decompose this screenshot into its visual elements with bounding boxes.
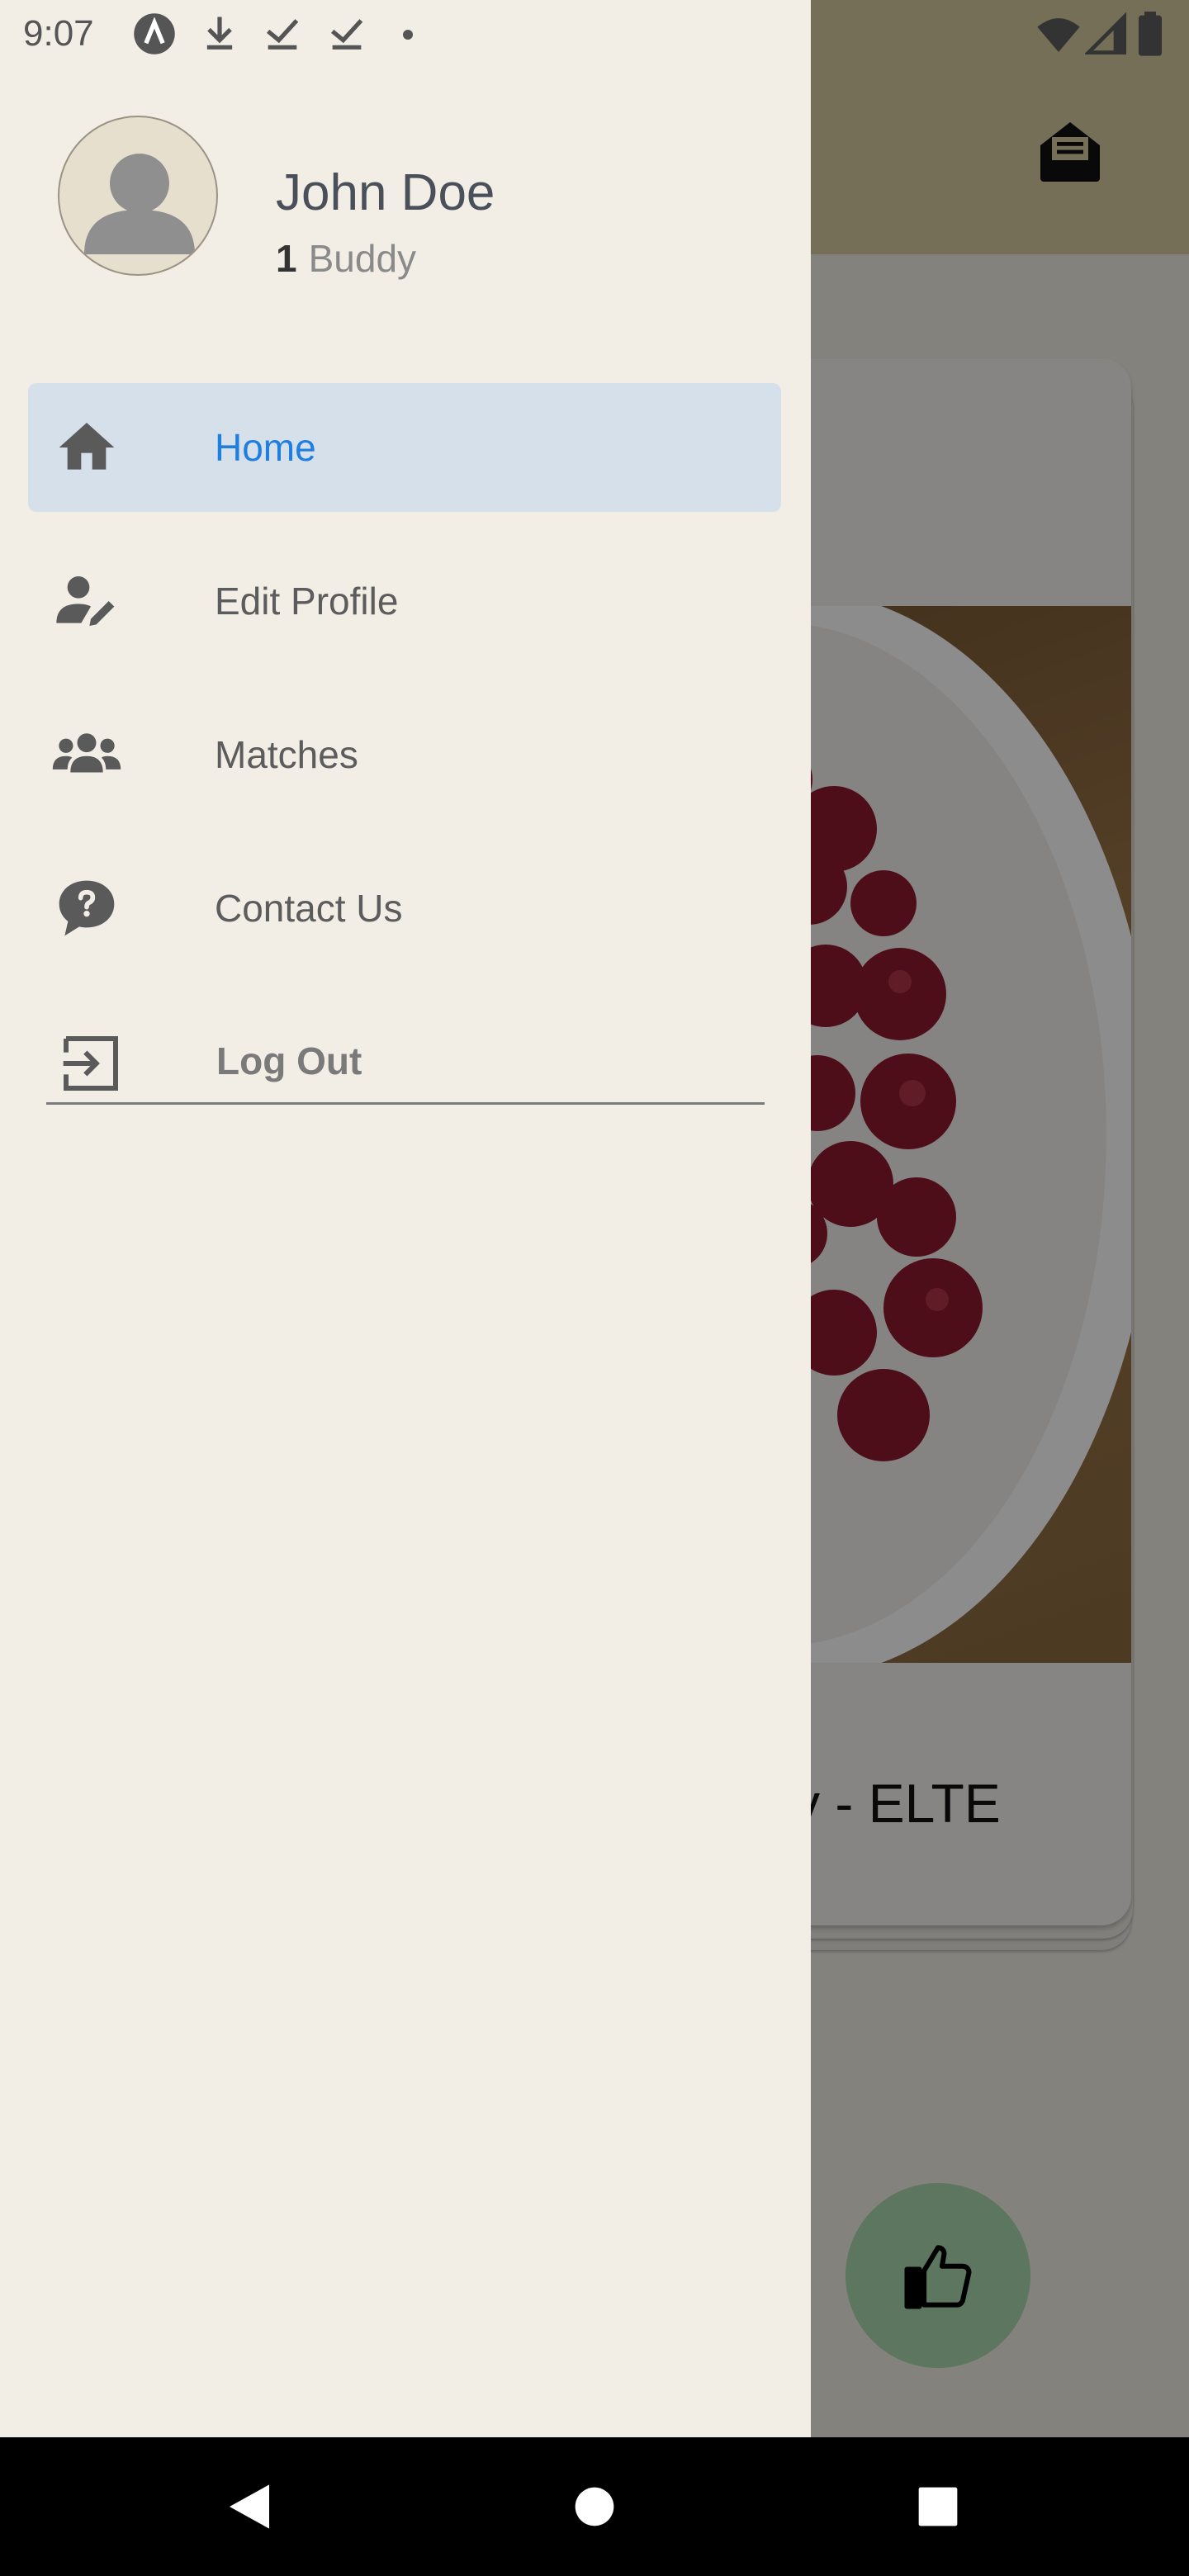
buddy-count-line: 1 Buddy	[276, 236, 416, 281]
nav-item-label: Home	[215, 426, 316, 469]
question-chat-icon	[51, 873, 122, 944]
user-name: John Doe	[276, 164, 495, 221]
home-button[interactable]	[571, 2479, 618, 2535]
nav-item-edit-profile[interactable]: Edit Profile	[28, 537, 781, 665]
nav-item-label: Contact Us	[215, 887, 403, 930]
logout-button[interactable]: Log Out	[46, 997, 765, 1105]
nav-item-contact-us[interactable]: Contact Us	[28, 844, 781, 973]
navigation-drawer: John Doe 1 Buddy Home Edit Profile Match…	[0, 0, 811, 2437]
logout-label: Log Out	[216, 1039, 362, 1082]
check-download-icon	[331, 19, 363, 50]
group-icon	[51, 719, 122, 790]
signal-icon	[1085, 12, 1127, 55]
status-bar: 9:07	[0, 0, 1189, 69]
system-navigation-bar	[0, 2437, 1189, 2576]
nav-item-matches[interactable]: Matches	[28, 690, 781, 819]
avatar[interactable]	[58, 116, 218, 276]
buddy-label: Buddy	[308, 237, 417, 280]
status-time: 9:07	[23, 13, 94, 54]
download-icon	[206, 17, 233, 50]
nav-item-home[interactable]: Home	[28, 383, 781, 512]
dot-icon	[403, 30, 413, 40]
battery-icon	[1139, 12, 1162, 56]
wifi-icon	[1037, 18, 1080, 52]
default-user-icon	[84, 154, 195, 254]
home-icon	[51, 412, 122, 483]
back-button[interactable]	[223, 2479, 276, 2535]
logout-icon	[63, 1036, 118, 1091]
nav-item-label: Edit Profile	[215, 580, 399, 623]
check-download-icon	[267, 19, 299, 50]
edit-profile-icon	[51, 566, 122, 637]
app-notification-icon	[134, 13, 175, 54]
recents-button[interactable]	[915, 2479, 961, 2535]
buddy-count: 1	[276, 237, 297, 280]
nav-item-label: Matches	[215, 733, 358, 776]
